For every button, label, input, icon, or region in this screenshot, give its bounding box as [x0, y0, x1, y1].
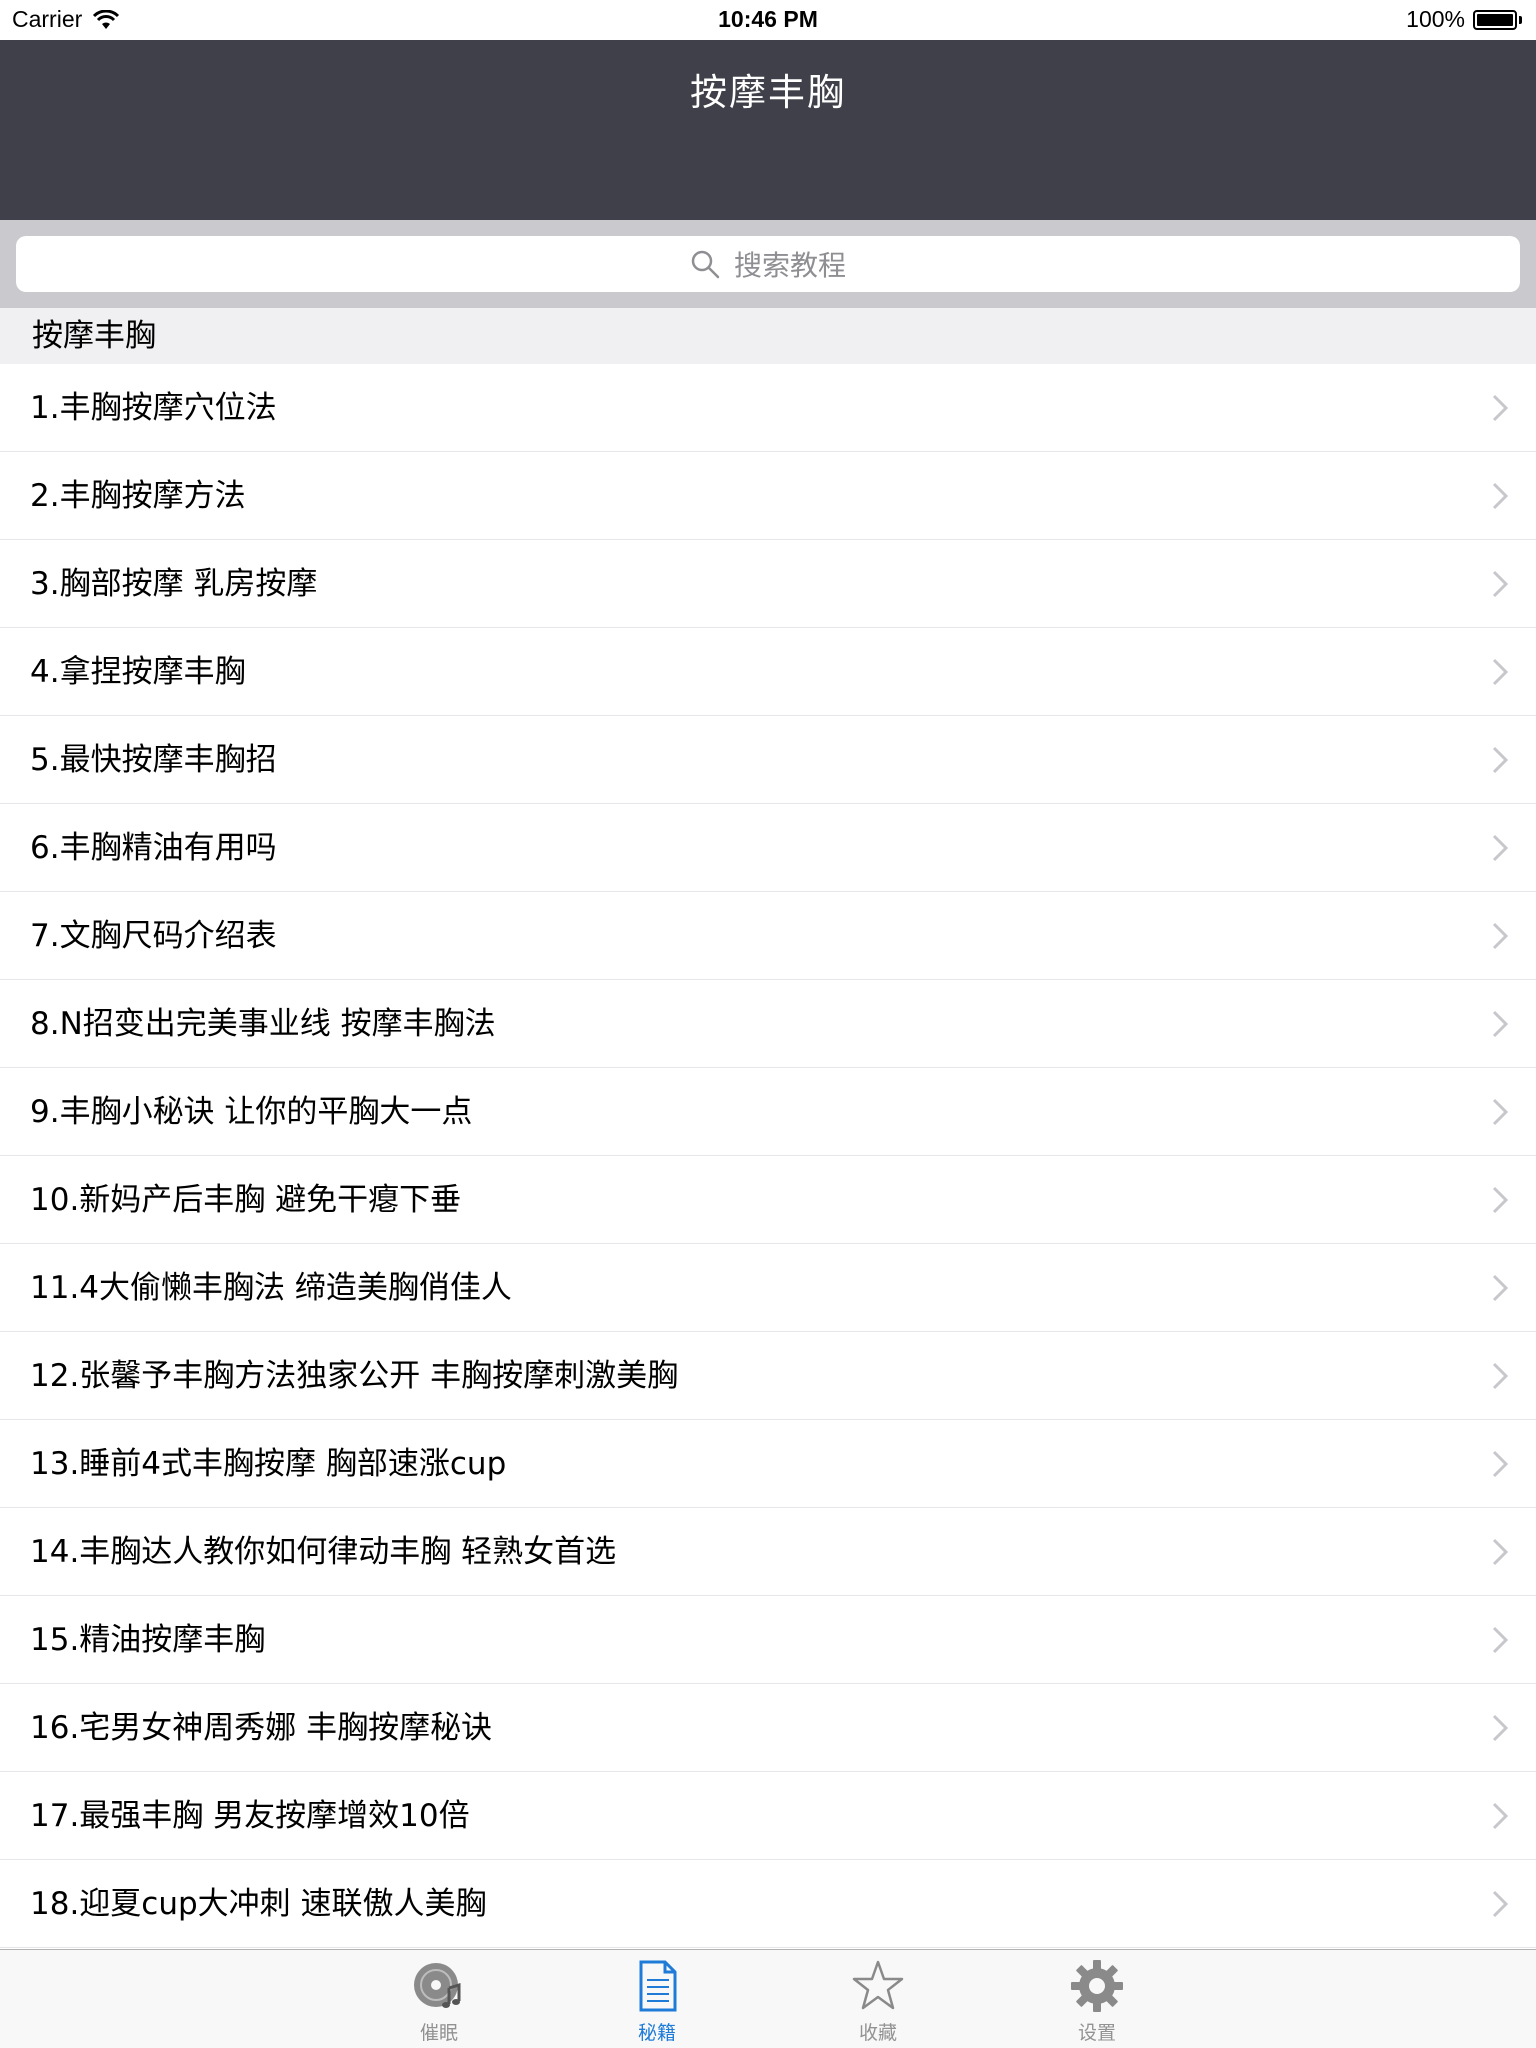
chevron-right-icon	[1492, 1890, 1508, 1918]
list-item-label: 16.宅男女神周秀娜 丰胸按摩秘诀	[30, 1710, 493, 1746]
list-item[interactable]: 3.胸部按摩 乳房按摩	[0, 540, 1536, 628]
tab-label: 设置	[1077, 2022, 1116, 2044]
chevron-right-icon	[1492, 1186, 1508, 1214]
chevron-right-icon	[1492, 394, 1508, 422]
list-item[interactable]: 11.4大偷懒丰胸法 缔造美胸俏佳人	[0, 1244, 1536, 1332]
status-bar: Carrier 10:46 PM 100%	[0, 0, 1536, 40]
list-item-label: 14.丰胸达人教你如何律动丰胸 轻熟女首选	[30, 1534, 617, 1570]
tab-favorites[interactable]: 收藏	[818, 1958, 938, 2045]
gear-icon	[1071, 1960, 1123, 2012]
list-item-label: 8.N招变出完美事业线 按摩丰胸法	[30, 1006, 496, 1042]
list-item-label: 17.最强丰胸 男友按摩增效10倍	[30, 1798, 470, 1834]
list-item[interactable]: 4.拿捏按摩丰胸	[0, 628, 1536, 716]
document-icon	[639, 1960, 677, 2012]
list-item[interactable]: 12.张馨予丰胸方法独家公开 丰胸按摩刺激美胸	[0, 1332, 1536, 1420]
list-item-label: 15.精油按摩丰胸	[30, 1622, 266, 1658]
list-item[interactable]: 18.迎夏cup大冲刺 速联傲人美胸	[0, 1860, 1536, 1948]
chevron-right-icon	[1492, 1450, 1508, 1478]
list-item-label: 18.迎夏cup大冲刺 速联傲人美胸	[30, 1886, 487, 1922]
list-item[interactable]: 14.丰胸达人教你如何律动丰胸 轻熟女首选	[0, 1508, 1536, 1596]
tab-label: 催眠	[419, 2022, 458, 2044]
status-time: 10:46 PM	[718, 6, 818, 32]
list-item-label: 13.睡前4式丰胸按摩 胸部速涨cup	[30, 1446, 507, 1482]
list-item-label: 2.丰胸按摩方法	[30, 478, 246, 514]
chevron-right-icon	[1492, 658, 1508, 686]
list-item[interactable]: 8.N招变出完美事业线 按摩丰胸法	[0, 980, 1536, 1068]
star-icon	[852, 1960, 904, 2010]
list-item[interactable]: 6.丰胸精油有用吗	[0, 804, 1536, 892]
chevron-right-icon	[1492, 834, 1508, 862]
tab-label: 秘籍	[637, 2022, 676, 2044]
chevron-right-icon	[1492, 1626, 1508, 1654]
list-item[interactable]: 13.睡前4式丰胸按摩 胸部速涨cup	[0, 1420, 1536, 1508]
search-input[interactable]: 搜索教程	[16, 236, 1520, 292]
search-icon	[691, 250, 720, 279]
tab-hypnosis[interactable]: 催眠	[379, 1958, 499, 2045]
list-item-label: 5.最快按摩丰胸招	[30, 742, 277, 778]
tab-label: 收藏	[858, 2022, 897, 2044]
chevron-right-icon	[1492, 1010, 1508, 1038]
list-item-label: 6.丰胸精油有用吗	[30, 830, 277, 866]
section-header: 按摩丰胸	[0, 308, 1536, 364]
chevron-right-icon	[1492, 1714, 1508, 1742]
list-item-label: 10.新妈产后丰胸 避免干瘪下垂	[30, 1182, 462, 1218]
chevron-right-icon	[1492, 746, 1508, 774]
music-disc-icon	[414, 1963, 461, 2008]
page-title: 按摩丰胸	[690, 71, 846, 114]
list-item[interactable]: 15.精油按摩丰胸	[0, 1596, 1536, 1684]
tab-bar: 催眠 秘籍 收藏 设置	[0, 1949, 1536, 2048]
list-item[interactable]: 9.丰胸小秘诀 让你的平胸大一点	[0, 1068, 1536, 1156]
list-item[interactable]: 2.丰胸按摩方法	[0, 452, 1536, 540]
list-item-label: 12.张馨予丰胸方法独家公开 丰胸按摩刺激美胸	[30, 1358, 679, 1394]
list-item-label: 4.拿捏按摩丰胸	[30, 654, 246, 690]
tab-secrets[interactable]: 秘籍	[597, 1958, 717, 2045]
chevron-right-icon	[1492, 1362, 1508, 1390]
tutorial-list: 1.丰胸按摩穴位法 2.丰胸按摩方法 3.胸部按摩 乳房按摩 4.拿捏按摩丰胸 5.最快…	[0, 364, 1536, 1948]
battery-percent: 100%	[1406, 6, 1465, 32]
chevron-right-icon	[1492, 922, 1508, 950]
list-item[interactable]: 16.宅男女神周秀娜 丰胸按摩秘诀	[0, 1684, 1536, 1772]
list-item[interactable]: 10.新妈产后丰胸 避免干瘪下垂	[0, 1156, 1536, 1244]
chevron-right-icon	[1492, 482, 1508, 510]
list-item-label: 7.文胸尺码介绍表	[30, 918, 277, 954]
list-item-label: 1.丰胸按摩穴位法	[30, 390, 277, 426]
tab-settings[interactable]: 设置	[1037, 1958, 1157, 2045]
search-placeholder: 搜索教程	[733, 249, 846, 282]
chevron-right-icon	[1492, 1098, 1508, 1126]
chevron-right-icon	[1492, 1274, 1508, 1302]
battery-info: 100%	[1406, 6, 1522, 33]
chevron-right-icon	[1492, 1802, 1508, 1830]
list-item[interactable]: 5.最快按摩丰胸招	[0, 716, 1536, 804]
list-item[interactable]: 1.丰胸按摩穴位法	[0, 364, 1536, 452]
list-item[interactable]: 17.最强丰胸 男友按摩增效10倍	[0, 1772, 1536, 1860]
search-bar: 搜索教程	[0, 220, 1536, 308]
list-item[interactable]: 7.文胸尺码介绍表	[0, 892, 1536, 980]
chevron-right-icon	[1492, 570, 1508, 598]
battery-icon	[1473, 9, 1517, 30]
navigation-bar: 按摩丰胸	[0, 40, 1536, 220]
list-item-label: 3.胸部按摩 乳房按摩	[30, 566, 318, 602]
list-item-label: 11.4大偷懒丰胸法 缔造美胸俏佳人	[30, 1270, 512, 1306]
list-item-label: 9.丰胸小秘诀 让你的平胸大一点	[30, 1094, 473, 1130]
battery-tip	[1519, 15, 1522, 24]
chevron-right-icon	[1492, 1538, 1508, 1566]
